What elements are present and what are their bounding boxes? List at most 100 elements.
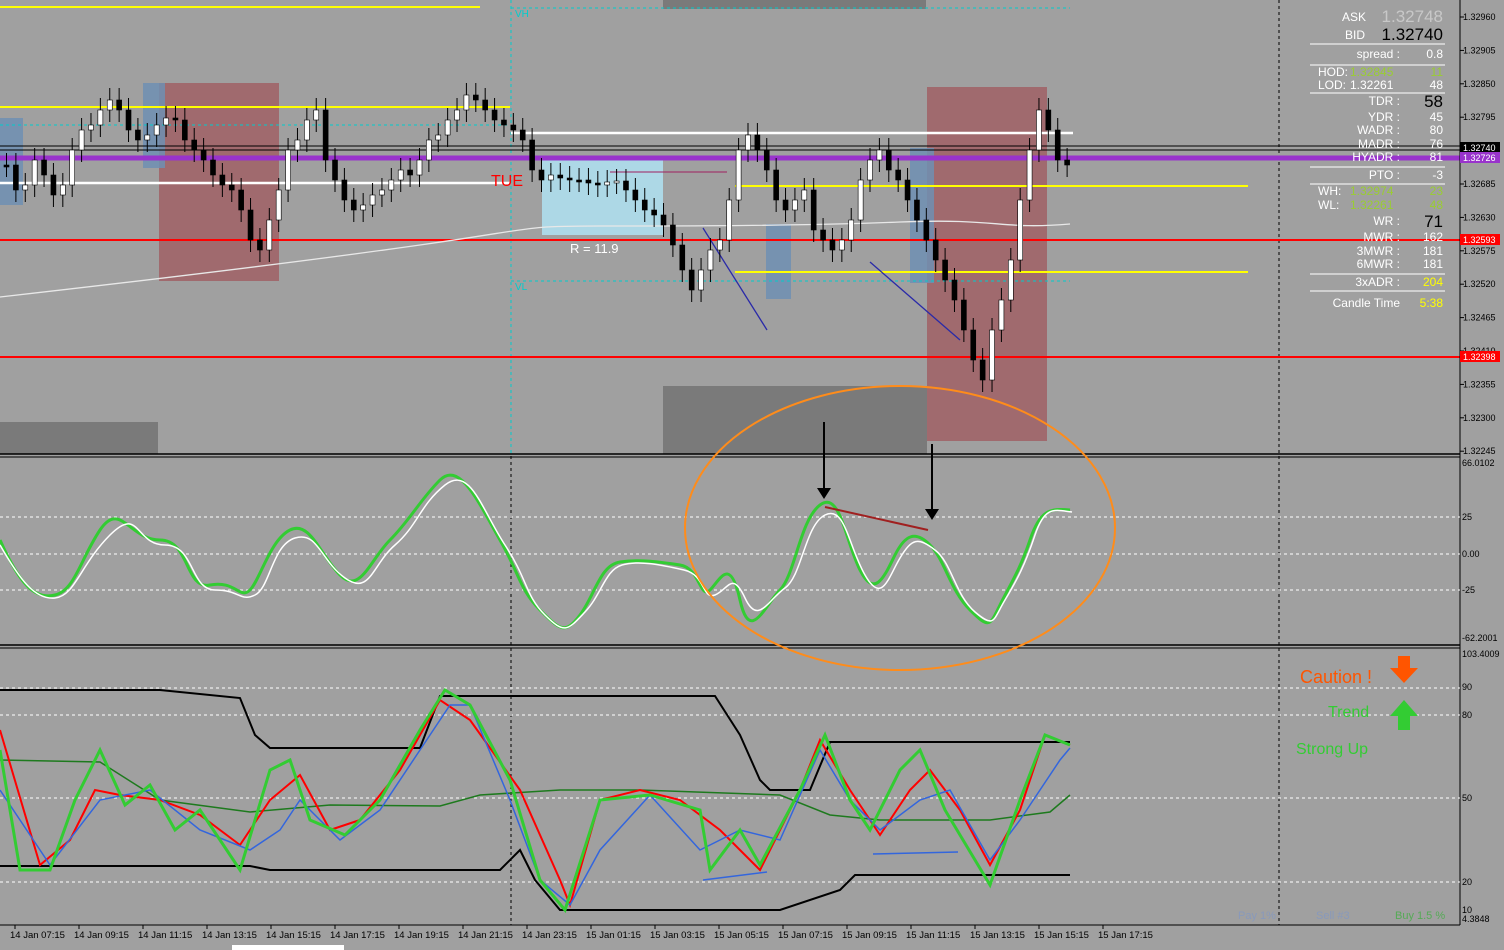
time-tick-label: 14 Jan 09:15 [74, 930, 129, 941]
panel-row-value: 5:38 [1420, 296, 1444, 310]
candle-body [247, 209, 254, 241]
candle-body [641, 199, 648, 211]
panel-row-mid: 1.32261 [1350, 78, 1394, 92]
candle-body [604, 181, 611, 186]
candle-body [688, 269, 695, 291]
candle-body [200, 149, 207, 161]
panel-row-label: 3MWR : [1357, 244, 1400, 258]
panel-row-label: Candle Time [1333, 296, 1401, 310]
candle-body [491, 109, 498, 121]
candle-body [763, 149, 770, 171]
candle-body [275, 189, 282, 221]
trading-chart[interactable]: TUE R = 11.9 VH VL 1.329601.329051.32850… [0, 0, 1504, 950]
panel-row-label: MADR : [1358, 137, 1400, 151]
price-tag-label: 1.32593 [1463, 235, 1496, 245]
candle-body [482, 99, 488, 111]
panel-row-mid: 1.32845 [1350, 65, 1394, 79]
strong-signal: Strong Up [1296, 741, 1368, 758]
time-tick-label: 15 Jan 13:15 [970, 930, 1025, 941]
candle-body [1017, 199, 1023, 261]
candle-body [1054, 129, 1061, 161]
candle-body [782, 199, 789, 211]
candle-body [1064, 159, 1070, 166]
panel-row-value: 11 [1431, 65, 1444, 79]
candle-body [989, 329, 995, 381]
candle-body [848, 219, 855, 241]
candle-body [932, 239, 939, 261]
price-tick-label: 1.32685 [1463, 179, 1496, 189]
panel-row-value: 181 [1423, 257, 1443, 271]
candle-body [135, 129, 141, 141]
candle-body [172, 117, 179, 121]
stoch-tick-label: 4.3848 [1462, 914, 1490, 924]
panel-row-value: 45 [1430, 110, 1444, 124]
candle-body [895, 169, 901, 181]
panel-row-label: WL: [1318, 198, 1339, 212]
up-arrow-icon [1390, 700, 1418, 730]
price-tick-label: 1.32630 [1463, 212, 1496, 222]
panel-row-value: 204 [1423, 275, 1443, 289]
candle-body [332, 159, 338, 181]
panel-row-label: WH: [1318, 184, 1341, 198]
time-tick-label: 14 Jan 07:15 [10, 930, 65, 941]
candle-body [829, 239, 836, 251]
candle-body [923, 219, 930, 241]
candle-body [651, 209, 657, 216]
session-tag: TUE [491, 173, 523, 190]
candle-body [369, 194, 376, 206]
candle-body [876, 149, 883, 161]
oscillator-axis: 66.0102 25 0.00 -25 -62.2001 [1462, 458, 1498, 643]
candle-body [50, 174, 57, 196]
price-tick-label: 1.32300 [1463, 413, 1496, 423]
candle-body [13, 164, 19, 191]
status-pay: Pay 1% [1238, 910, 1276, 922]
candle-body [285, 149, 291, 191]
candle-body [529, 139, 535, 171]
candle-body [78, 129, 85, 151]
candle-body [951, 279, 958, 301]
time-tick-label: 14 Jan 23:15 [522, 930, 577, 941]
candle-body [379, 189, 385, 196]
vh-label: VH [515, 9, 529, 20]
candle-body [388, 179, 395, 191]
panel-row-value: 76 [1430, 137, 1444, 151]
price-tick-label: 1.32960 [1463, 12, 1496, 22]
candle-body [501, 119, 507, 126]
candle-body [510, 124, 517, 131]
time-tick-label: 15 Jan 15:15 [1034, 930, 1089, 941]
panel-row-mid: 1.32974 [1350, 184, 1394, 198]
time-tick-label: 15 Jan 03:15 [650, 930, 705, 941]
trend-signal: Trend [1328, 704, 1369, 721]
candle-body [660, 214, 667, 226]
candle-body [801, 189, 808, 201]
candle-body [735, 149, 742, 201]
candle-body [1045, 109, 1052, 131]
candle-body [3, 164, 10, 168]
candle-body [360, 204, 366, 211]
time-tick-label: 15 Jan 01:15 [586, 930, 641, 941]
candle-body [60, 184, 66, 196]
panel-row-value: 80 [1430, 123, 1444, 137]
panel-row-mid: 1.32261 [1350, 198, 1394, 212]
panel-row-value: 162 [1423, 230, 1443, 244]
candle-body [454, 109, 460, 121]
candle-body [266, 219, 273, 251]
candle-body [839, 239, 845, 251]
candle-body [914, 199, 920, 221]
candle-body [707, 249, 714, 271]
caution-signal: Caution ! [1300, 667, 1372, 687]
price-tick-label: 1.32905 [1463, 45, 1496, 55]
time-tick-label: 14 Jan 19:15 [394, 930, 449, 941]
panel-row-label: 3xADR : [1355, 275, 1400, 289]
candle-body [566, 177, 573, 181]
panel-row-label: HYADR : [1352, 150, 1400, 164]
bid-label: BID [1345, 28, 1365, 42]
vl-label: VL [515, 282, 528, 293]
panel-row-label: WR : [1373, 214, 1400, 228]
candle-body [97, 109, 104, 126]
candle-body [773, 169, 779, 201]
time-tick-label: 15 Jan 17:15 [1098, 930, 1153, 941]
candle-body [538, 169, 545, 181]
price-tag-label: 1.32726 [1463, 153, 1496, 163]
candle-body [144, 134, 151, 141]
